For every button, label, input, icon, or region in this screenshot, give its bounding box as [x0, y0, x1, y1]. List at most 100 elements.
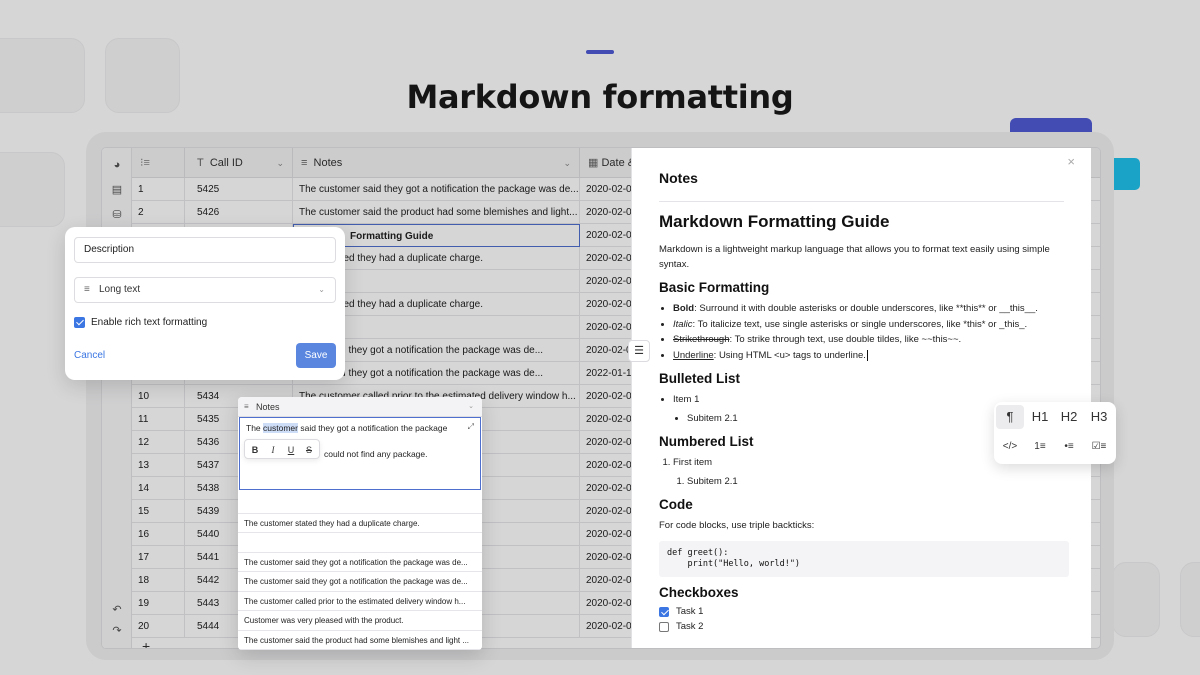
call-id-cell[interactable]: 5426 [185, 201, 293, 224]
underline-button[interactable]: U [282, 440, 300, 460]
checkbox-checked-icon[interactable] [659, 606, 669, 617]
rich-text-checkbox[interactable]: Enable rich text formatting [74, 317, 207, 328]
panel-title: Notes [659, 170, 698, 186]
row-number-cell[interactable]: 13 [132, 454, 185, 477]
list-item: Underline: Using HTML <u> tags to underl… [673, 348, 1069, 364]
calendar-icon: ▦ [588, 157, 599, 169]
divider [659, 201, 1064, 202]
md-heading-checkboxes: Checkboxes [659, 585, 739, 600]
checklist-icon[interactable]: ☑≡ [1085, 435, 1113, 459]
list-item[interactable]: Customer was very pleased with the produ… [238, 611, 482, 631]
list-item: Bold: Surround it with double asterisks … [673, 301, 1069, 317]
row-number-cell[interactable]: 12 [132, 431, 185, 454]
palette-icon[interactable]: ◕ [110, 158, 124, 172]
rich-text-editor[interactable]: The customer said they got a notificatio… [239, 417, 481, 490]
page-title: Markdown formatting [406, 78, 794, 116]
inline-format-toolbar: B I U S [244, 439, 320, 459]
heading-3-button[interactable]: H3 [1085, 405, 1113, 429]
notes-cell[interactable]: The customer said the product had some b… [293, 201, 580, 224]
row-number-cell[interactable]: 17 [132, 546, 185, 569]
rownum-header[interactable]: ⁝≡ [132, 148, 185, 178]
field-type-value: Long text [99, 284, 141, 295]
bullet-list-icon[interactable]: •≡ [1055, 435, 1083, 459]
list-item[interactable]: The customer said they got a notificatio… [238, 552, 482, 572]
database-icon[interactable]: ⛁ [110, 208, 124, 222]
row-number-cell[interactable]: 15 [132, 500, 185, 523]
decor-square [1112, 562, 1160, 637]
field-type-select[interactable]: ≡ Long text ⌄ [74, 277, 336, 303]
checkbox-task-1[interactable]: Task 1 [659, 606, 1069, 617]
editor-text-segment: The [246, 423, 264, 433]
long-text-icon: ≡ [301, 157, 308, 169]
long-text-icon: ≡ [244, 402, 249, 411]
code-icon[interactable]: </> [996, 435, 1024, 459]
checkbox-label: Task 2 [676, 621, 704, 632]
list-item-text: Item 1 [673, 394, 700, 405]
column-header-notes[interactable]: ≡ Notes ⌄ [293, 148, 580, 178]
md-heading-code: Code [659, 497, 693, 512]
notes-column-header[interactable]: ≡ Notes ⌄ [238, 397, 482, 417]
row-number-cell[interactable]: 19 [132, 592, 185, 615]
call-id-cell[interactable]: 5425 [185, 178, 293, 201]
rows-icon: ⁝≡ [140, 157, 150, 169]
md-paragraph: Markdown is a lightweight markup languag… [659, 244, 1050, 270]
heading-1-button[interactable]: H1 [1026, 405, 1054, 429]
row-number-cell[interactable]: 1 [132, 178, 185, 201]
list-item[interactable]: The customer said the product had some b… [238, 630, 482, 650]
paragraph-button[interactable]: ¶ [996, 405, 1024, 429]
list-item[interactable]: The customer said they got a notificatio… [238, 572, 482, 592]
md-sublist: Subitem 2.1 [687, 474, 1069, 490]
list-item[interactable] [238, 494, 482, 514]
checkbox-label: Enable rich text formatting [91, 317, 208, 328]
checkbox-label: Task 1 [676, 606, 704, 617]
row-number-cell[interactable]: 16 [132, 523, 185, 546]
field-config-dialog: Description ≡ Long text ⌄ Enable rich te… [65, 227, 345, 380]
list-item: Subitem 2.1 [687, 474, 1069, 490]
decor-square [1180, 562, 1200, 637]
underline-term: Underline [673, 349, 714, 361]
left-rail: ◕ ▤ ⛁ ↶ ↷ [102, 148, 132, 648]
list-item[interactable]: The customer called prior to the estimat… [238, 591, 482, 611]
bold-button[interactable]: B [246, 440, 264, 460]
row-number-cell[interactable]: 14 [132, 477, 185, 500]
checkbox-task-2[interactable]: Task 2 [659, 621, 1069, 632]
column-label: Call ID [209, 157, 243, 169]
text-type-icon: T [197, 157, 204, 169]
list-item[interactable]: The customer stated they had a duplicate… [238, 513, 482, 533]
cancel-button[interactable]: Cancel [74, 350, 105, 361]
block-format-popup: ¶ H1 H2 H3 </> 1≡ •≡ ☑≡ [994, 402, 1116, 464]
expand-icon[interactable]: ⤢ [468, 422, 474, 432]
document-icon[interactable]: ▤ [110, 183, 124, 197]
checkbox-checked-icon[interactable] [74, 317, 85, 328]
chevron-down-icon[interactable]: ⌄ [468, 397, 474, 417]
save-button[interactable]: Save [296, 343, 336, 368]
selected-text: customer [263, 423, 298, 433]
checkbox-unchecked-icon[interactable] [659, 621, 669, 632]
notes-cell[interactable]: The customer said they got a notificatio… [293, 178, 580, 201]
description-input[interactable]: Description [74, 237, 336, 263]
redo-icon[interactable]: ↷ [110, 624, 124, 638]
list-item-text: First item [673, 457, 713, 468]
list-item[interactable] [238, 533, 482, 553]
row-number-cell[interactable]: 11 [132, 408, 185, 431]
italic-desc: : To italicize text, use single asterisk… [692, 318, 1028, 330]
italic-button[interactable]: I [264, 440, 282, 460]
row-number-cell[interactable]: 2 [132, 201, 185, 224]
list-item: Strikethrough: To strike through text, u… [673, 332, 1069, 348]
row-number-cell[interactable]: 10 [132, 385, 185, 408]
list-toggle-button[interactable]: ☰ [628, 340, 650, 362]
add-row-button[interactable]: + [142, 638, 150, 648]
close-icon[interactable]: × [1067, 154, 1075, 169]
chevron-down-icon[interactable]: ⌄ [276, 148, 284, 178]
row-number-cell[interactable]: 20 [132, 615, 185, 638]
heading-2-button[interactable]: H2 [1055, 405, 1083, 429]
ordered-list-icon[interactable]: 1≡ [1026, 435, 1054, 459]
column-header-call-id[interactable]: T Call ID ⌄ [185, 148, 293, 178]
code-block: def greet(): print("Hello, world!") [659, 541, 1069, 577]
undo-icon[interactable]: ↶ [110, 603, 124, 617]
strikethrough-button[interactable]: S [300, 440, 318, 460]
md-heading-basic: Basic Formatting [659, 280, 770, 295]
row-number-cell[interactable]: 18 [132, 569, 185, 592]
md-paragraph: For code blocks, use triple backticks: [659, 520, 815, 531]
chevron-down-icon[interactable]: ⌄ [563, 148, 571, 178]
